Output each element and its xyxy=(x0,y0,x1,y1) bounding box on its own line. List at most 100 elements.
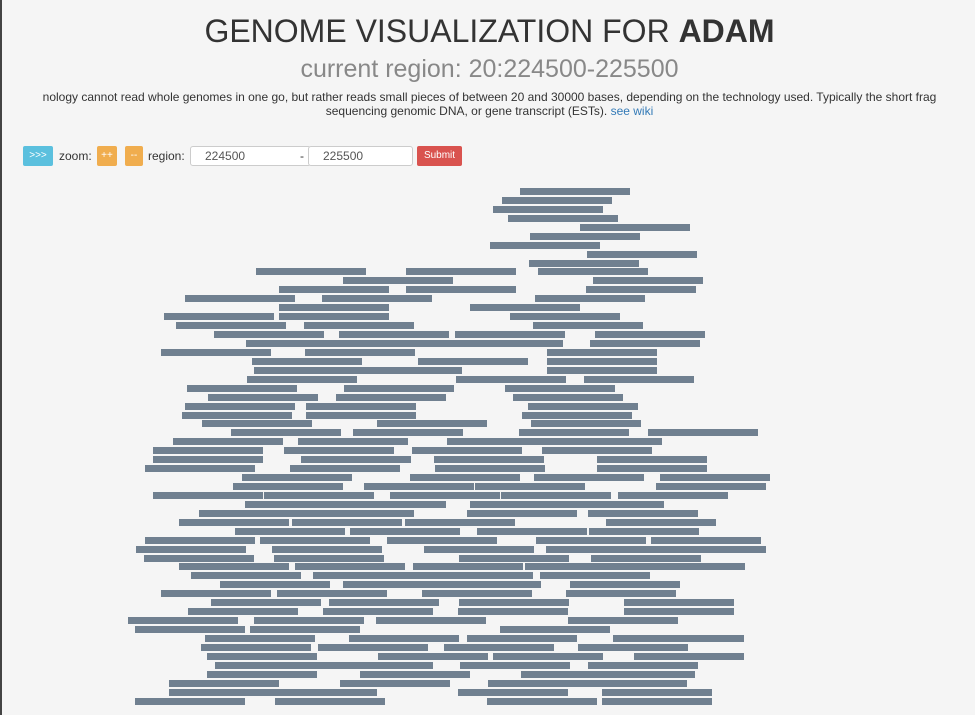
read-bar xyxy=(161,349,271,356)
read-bar xyxy=(435,465,545,472)
read-bar xyxy=(279,304,389,311)
read-bar xyxy=(490,242,600,249)
read-bar xyxy=(534,474,644,481)
read-bar xyxy=(458,608,568,615)
read-bar xyxy=(144,555,254,562)
read-bar xyxy=(624,599,734,606)
read-bar xyxy=(145,537,255,544)
read-bar xyxy=(588,662,698,669)
read-bar xyxy=(422,590,532,597)
read-bar xyxy=(591,555,701,562)
read-bar xyxy=(570,581,680,588)
read-bar xyxy=(455,331,565,338)
read-bar xyxy=(390,492,500,499)
read-bar xyxy=(547,349,657,356)
read-bar xyxy=(164,313,274,320)
read-bar xyxy=(542,447,652,454)
read-bar xyxy=(525,563,635,570)
read-bar xyxy=(547,367,657,374)
read-bar xyxy=(295,563,405,570)
read-bar xyxy=(458,689,568,696)
read-bar xyxy=(597,465,707,472)
read-bar xyxy=(493,206,603,213)
read-bar xyxy=(522,412,632,419)
read-bar xyxy=(290,465,400,472)
read-bar xyxy=(651,537,761,544)
read-bar xyxy=(459,555,569,562)
read-bar xyxy=(531,420,641,427)
read-bar xyxy=(475,483,585,490)
read-bar xyxy=(340,680,450,687)
read-bar xyxy=(279,286,389,293)
read-bar xyxy=(660,474,770,481)
read-bar xyxy=(535,295,645,302)
read-bar xyxy=(305,349,415,356)
read-bar xyxy=(589,528,699,535)
read-bar xyxy=(412,447,522,454)
read-bar xyxy=(256,268,366,275)
read-bar xyxy=(577,680,687,687)
read-bar xyxy=(306,403,416,410)
read-bar xyxy=(586,286,696,293)
read-bar xyxy=(343,277,453,284)
read-bar xyxy=(540,572,650,579)
read-bar xyxy=(352,367,462,374)
read-bar xyxy=(336,501,446,508)
read-bar xyxy=(201,644,311,651)
read-bar xyxy=(406,286,516,293)
read-bar xyxy=(529,260,639,267)
read-bar xyxy=(205,635,315,642)
read-bar xyxy=(587,251,697,258)
read-bar xyxy=(459,599,569,606)
read-bar xyxy=(235,528,345,535)
read-bar xyxy=(199,510,309,517)
read-bar xyxy=(323,662,433,669)
read-bar xyxy=(254,367,364,374)
read-bar xyxy=(602,689,712,696)
read-bar xyxy=(533,322,643,329)
read-bar xyxy=(298,438,408,445)
read-bar xyxy=(246,340,356,347)
read-bar xyxy=(136,546,246,553)
read-bar xyxy=(538,268,648,275)
read-bar xyxy=(215,662,325,669)
read-bar xyxy=(267,689,377,696)
read-bar xyxy=(406,268,516,275)
read-bar xyxy=(546,546,656,553)
read-bar xyxy=(624,608,734,615)
read-bar xyxy=(242,474,352,481)
read-bar xyxy=(593,277,703,284)
read-bar xyxy=(377,420,487,427)
read-bar xyxy=(618,492,728,499)
read-bar xyxy=(566,590,676,597)
read-bar xyxy=(487,698,597,705)
read-bar xyxy=(353,429,463,436)
read-bar xyxy=(500,626,610,633)
read-bar xyxy=(153,447,263,454)
read-bar xyxy=(378,653,488,660)
read-bar xyxy=(477,528,587,535)
read-bar xyxy=(606,519,716,526)
read-bar xyxy=(329,599,439,606)
read-bar xyxy=(176,322,286,329)
read-bar xyxy=(301,456,411,463)
read-bar xyxy=(510,313,620,320)
read-bar xyxy=(208,394,318,401)
read-bar xyxy=(554,501,664,508)
read-bar xyxy=(202,420,312,427)
read-bar xyxy=(231,429,341,436)
read-bar xyxy=(423,572,533,579)
read-bar xyxy=(153,456,263,463)
read-bar xyxy=(188,608,298,615)
read-bar xyxy=(360,671,470,678)
read-bar xyxy=(405,519,515,526)
read-bar xyxy=(169,689,279,696)
read-bar xyxy=(292,519,402,526)
read-bar xyxy=(323,608,433,615)
read-bar xyxy=(350,528,460,535)
read-bar xyxy=(552,438,662,445)
read-bar xyxy=(211,599,321,606)
read-bar xyxy=(547,358,657,365)
read-bar xyxy=(467,635,577,642)
read-bar xyxy=(135,698,245,705)
